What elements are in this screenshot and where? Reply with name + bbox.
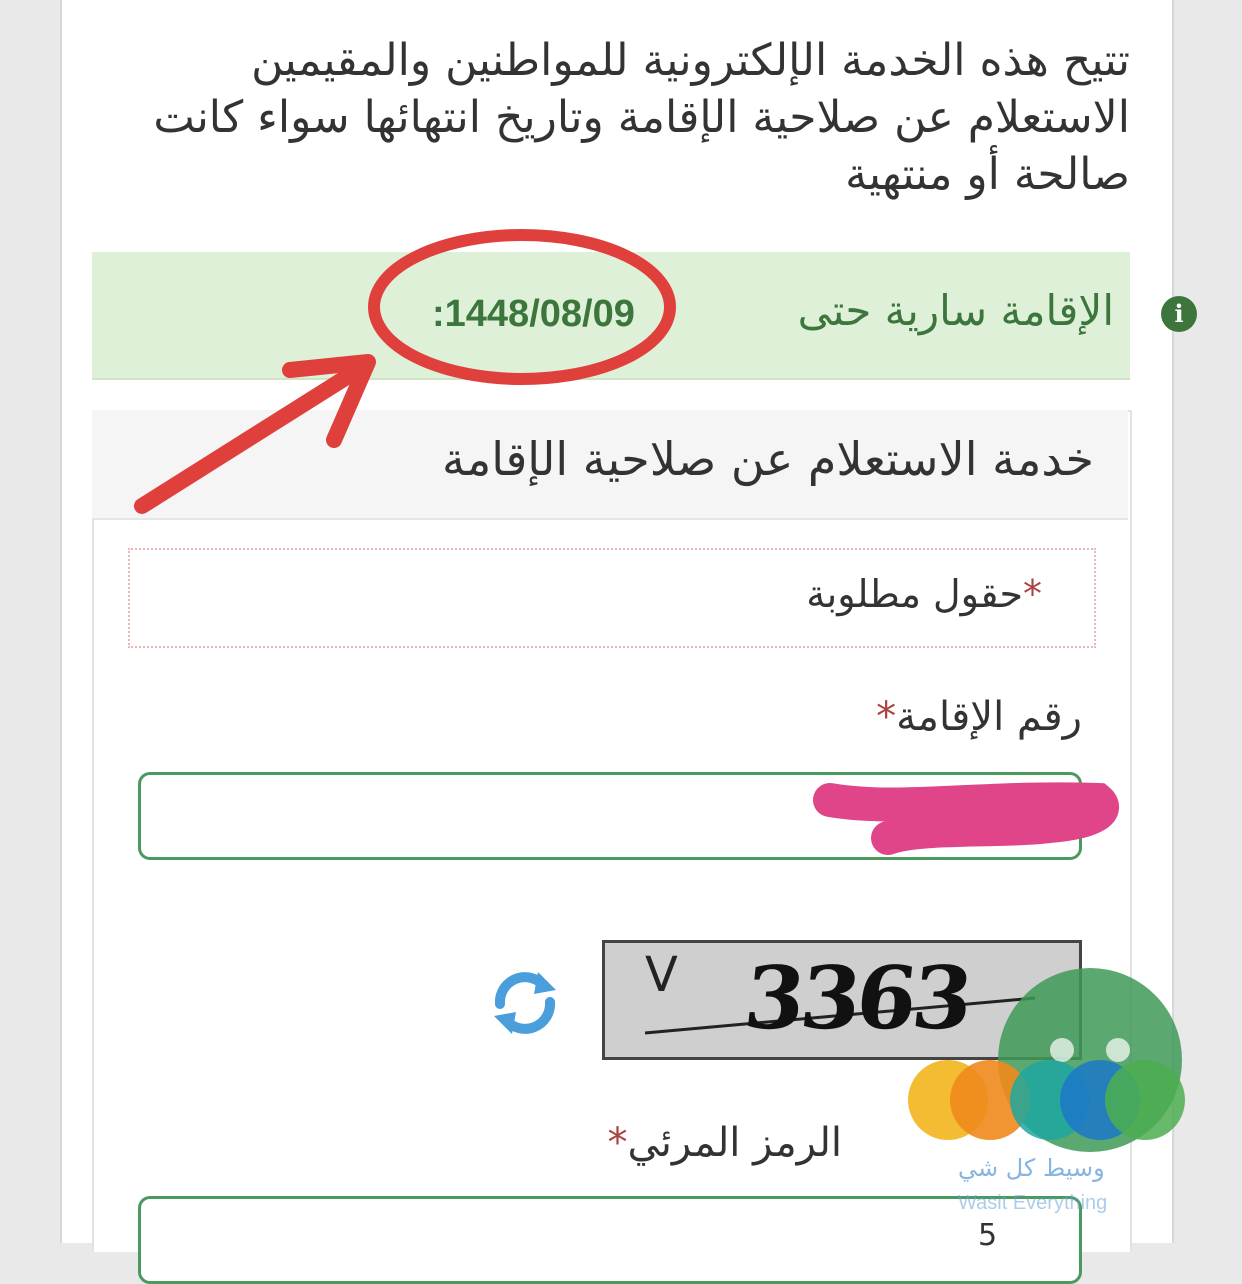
iqama-number-label: رقم الإقامة* bbox=[876, 694, 1082, 740]
info-icon: i bbox=[1161, 296, 1197, 332]
iqama-number-input[interactable] bbox=[138, 772, 1082, 860]
service-description: تتيح هذه الخدمة الإلكترونية للمواطنين وا… bbox=[153, 35, 1130, 200]
refresh-icon[interactable] bbox=[488, 966, 562, 1040]
captcha-label: الرمز المرئي* bbox=[607, 1120, 842, 1166]
iqama-required-star: * bbox=[876, 694, 897, 740]
captcha-image: V 3363 bbox=[602, 940, 1082, 1060]
watermark-text-en: Wasit Everything bbox=[958, 1192, 1108, 1214]
iqama-label-text: رقم الإقامة bbox=[896, 694, 1082, 740]
captcha-input[interactable] bbox=[138, 1196, 1082, 1284]
captcha-required-star: * bbox=[607, 1120, 628, 1166]
validity-expiry-date: :1448/08/09 bbox=[432, 293, 635, 335]
captcha-input-value: 5 bbox=[978, 1218, 998, 1253]
watermark-text-ar: وسيط كل شي bbox=[958, 1154, 1105, 1182]
required-star: * bbox=[1023, 572, 1042, 616]
required-fields-note: *حقول مطلوبة bbox=[806, 572, 1042, 616]
captcha-label-text: الرمز المرئي bbox=[627, 1120, 842, 1166]
panel-title: خدمة الاستعلام عن صلاحية الإقامة bbox=[442, 432, 1094, 486]
captcha-code: 3363 bbox=[739, 948, 974, 1049]
required-fields-text: حقول مطلوبة bbox=[806, 572, 1023, 616]
validity-alert-text: الإقامة سارية حتى bbox=[797, 286, 1114, 335]
